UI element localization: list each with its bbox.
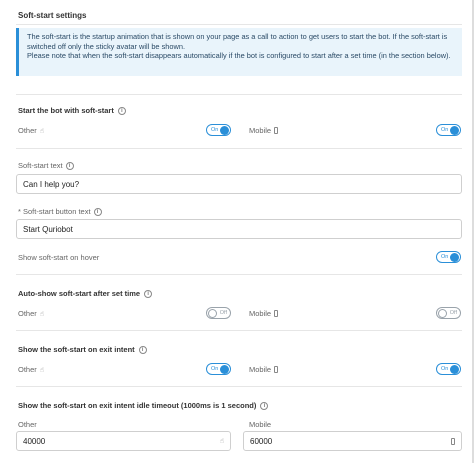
softstart-button-text-input[interactable]: Start Quriobot: [16, 219, 462, 239]
auto-show-title-text: Auto-show soft-start after set time: [18, 289, 141, 298]
toggle-knob: [208, 308, 217, 318]
mobile-label-text: Mobile: [249, 309, 272, 318]
exit-intent-title-text: Show the soft-start on exit intent: [18, 345, 135, 354]
toggle-state: On: [441, 366, 449, 372]
softstart-text-label-text: Soft-start text: [18, 161, 63, 170]
toggle-state: On: [211, 127, 219, 133]
start-softstart-other-toggle[interactable]: On: [206, 124, 231, 136]
mobile-icon: [274, 310, 279, 317]
start-softstart-title-text: Start the bot with soft-start: [18, 106, 114, 115]
info-text-2: Please note that when the soft-start dis…: [27, 51, 451, 61]
softstart-button-text-label: * Soft-start button text i: [18, 207, 102, 216]
divider: [16, 386, 462, 387]
divider: [16, 94, 462, 95]
exit-idle-mobile-label: Mobile: [249, 420, 272, 429]
divider: [16, 330, 462, 331]
show-on-hover-label: Show soft-start on hover: [18, 253, 100, 262]
mobile-label-text: Mobile: [249, 365, 272, 374]
exit-idle-title-text: Show the soft-start on exit intent idle …: [18, 401, 257, 410]
exit-idle-other-label: Other: [18, 420, 37, 429]
start-softstart-mobile-label: Mobile: [249, 126, 279, 135]
info-icon[interactable]: i: [260, 401, 269, 410]
pointer-icon: ☝: [219, 438, 224, 445]
exit-intent-title: Show the soft-start on exit intent i: [18, 345, 147, 354]
softstart-button-text-label-text: * Soft-start button text: [18, 207, 91, 216]
mobile-label-text: Mobile: [249, 126, 272, 135]
exit-intent-other-label: Other ☝: [18, 365, 44, 374]
info-icon[interactable]: i: [117, 106, 126, 115]
mobile-icon: [451, 437, 455, 445]
toggle-knob: [450, 126, 459, 135]
pointer-icon: ☝: [39, 366, 45, 374]
info-icon[interactable]: i: [144, 289, 153, 298]
softstart-text-label: Soft-start text i: [18, 161, 74, 170]
auto-show-other-toggle[interactable]: Off: [206, 307, 231, 319]
start-softstart-other-label: Other ☝: [18, 126, 44, 135]
toggle-knob: [220, 126, 229, 135]
softstart-text-input[interactable]: Can I help you?: [16, 174, 462, 194]
start-softstart-mobile-toggle[interactable]: On: [436, 124, 461, 136]
other-label-text: Other: [18, 309, 37, 318]
mobile-icon: [274, 127, 279, 134]
auto-show-other-label: Other ☝: [18, 309, 44, 318]
softstart-button-text-value: Start Quriobot: [23, 224, 73, 234]
toggle-state: On: [441, 127, 449, 133]
toggle-knob: [438, 308, 447, 318]
start-softstart-title: Start the bot with soft-start i: [18, 106, 126, 115]
other-label-text: Other: [18, 126, 37, 135]
info-text-1: The soft-start is the startup animation …: [27, 32, 448, 51]
toggle-knob: [450, 365, 459, 374]
exit-idle-title: Show the soft-start on exit intent idle …: [18, 401, 269, 410]
exit-idle-mobile-input[interactable]: 60000: [243, 431, 462, 451]
mobile-icon: [274, 366, 279, 373]
toggle-state: Off: [449, 310, 457, 316]
pointer-icon: ☝: [39, 127, 45, 135]
pointer-icon: ☝: [39, 310, 45, 318]
info-icon[interactable]: i: [138, 345, 147, 354]
show-on-hover-toggle[interactable]: On: [436, 251, 461, 263]
toggle-knob: [450, 253, 459, 262]
divider: [16, 148, 462, 149]
divider: [16, 24, 462, 25]
exit-idle-other-input[interactable]: 40000 ☝: [16, 431, 231, 451]
info-icon[interactable]: i: [65, 161, 74, 170]
auto-show-mobile-toggle[interactable]: Off: [436, 307, 461, 319]
auto-show-title: Auto-show soft-start after set time i: [18, 289, 153, 298]
exit-intent-mobile-label: Mobile: [249, 365, 279, 374]
exit-intent-other-toggle[interactable]: On: [206, 363, 231, 375]
divider: [16, 274, 462, 275]
exit-intent-mobile-toggle[interactable]: On: [436, 363, 461, 375]
exit-idle-mobile-value: 60000: [250, 436, 273, 446]
toggle-state: On: [441, 254, 449, 260]
info-box: The soft-start is the startup animation …: [16, 28, 462, 76]
other-label-text: Other: [18, 365, 37, 374]
info-icon[interactable]: i: [93, 207, 102, 216]
exit-idle-other-value: 40000: [23, 436, 46, 446]
softstart-text-value: Can I help you?: [23, 179, 80, 189]
auto-show-mobile-label: Mobile: [249, 309, 279, 318]
panel-title: Soft-start settings: [18, 11, 87, 20]
toggle-state: Off: [219, 310, 227, 316]
toggle-state: On: [211, 366, 219, 372]
toggle-knob: [220, 365, 229, 374]
